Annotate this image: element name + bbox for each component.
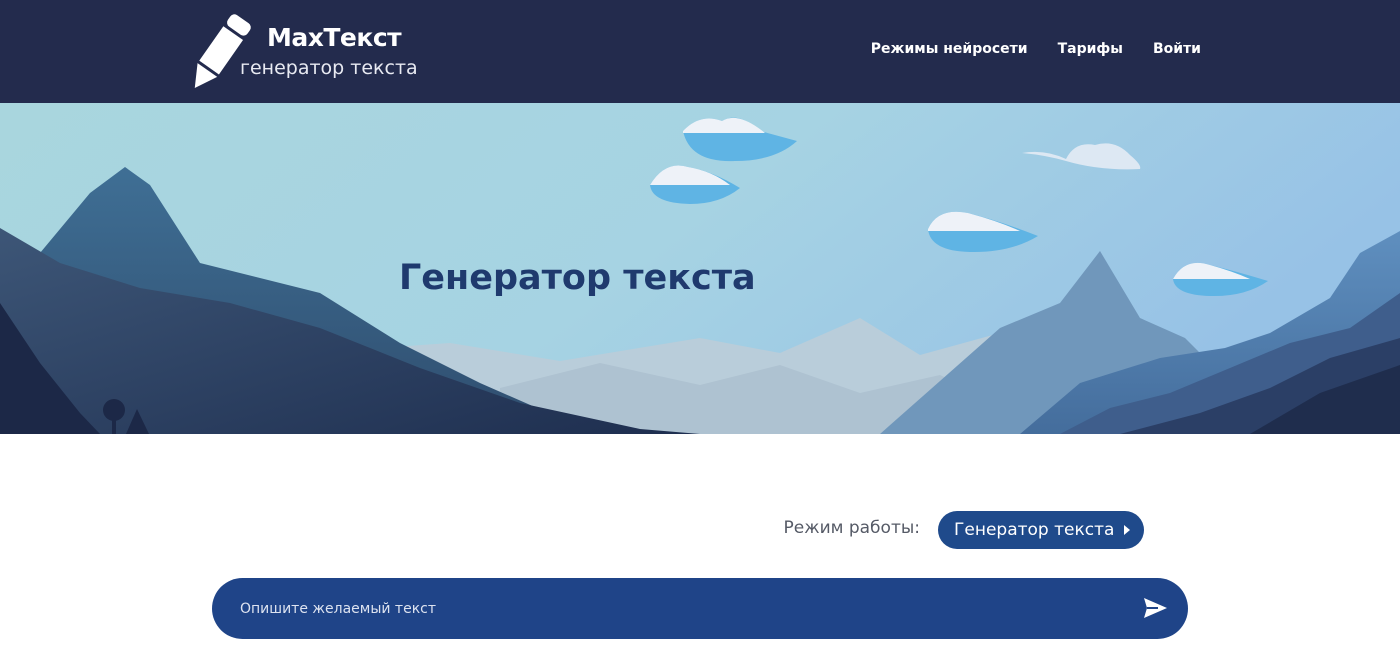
nav-modes[interactable]: Режимы нейросети [871, 41, 1028, 57]
mode-value: Генератор текста [954, 520, 1115, 540]
main-nav: Режимы нейросети Тарифы Войти [871, 41, 1201, 57]
nav-login[interactable]: Войти [1153, 41, 1201, 57]
prompt-input[interactable] [240, 578, 1120, 639]
prompt-bar [212, 578, 1188, 639]
logo[interactable]: MaxТекст генератор текста [184, 12, 424, 92]
page-title: Генератор текста [399, 258, 756, 298]
logo-title: MaxТекст [267, 23, 402, 52]
site-header: MaxТекст генератор текста Режимы нейросе… [0, 0, 1400, 103]
hero-banner: Генератор текста [0, 103, 1400, 434]
nav-pricing[interactable]: Тарифы [1058, 41, 1123, 57]
caret-right-icon [1124, 525, 1130, 535]
mode-select-button[interactable]: Генератор текста [938, 511, 1144, 549]
mode-label: Режим работы: [783, 518, 920, 538]
send-button[interactable] [1140, 593, 1170, 623]
logo-subtitle: генератор текста [240, 57, 418, 79]
send-icon [1144, 598, 1167, 618]
